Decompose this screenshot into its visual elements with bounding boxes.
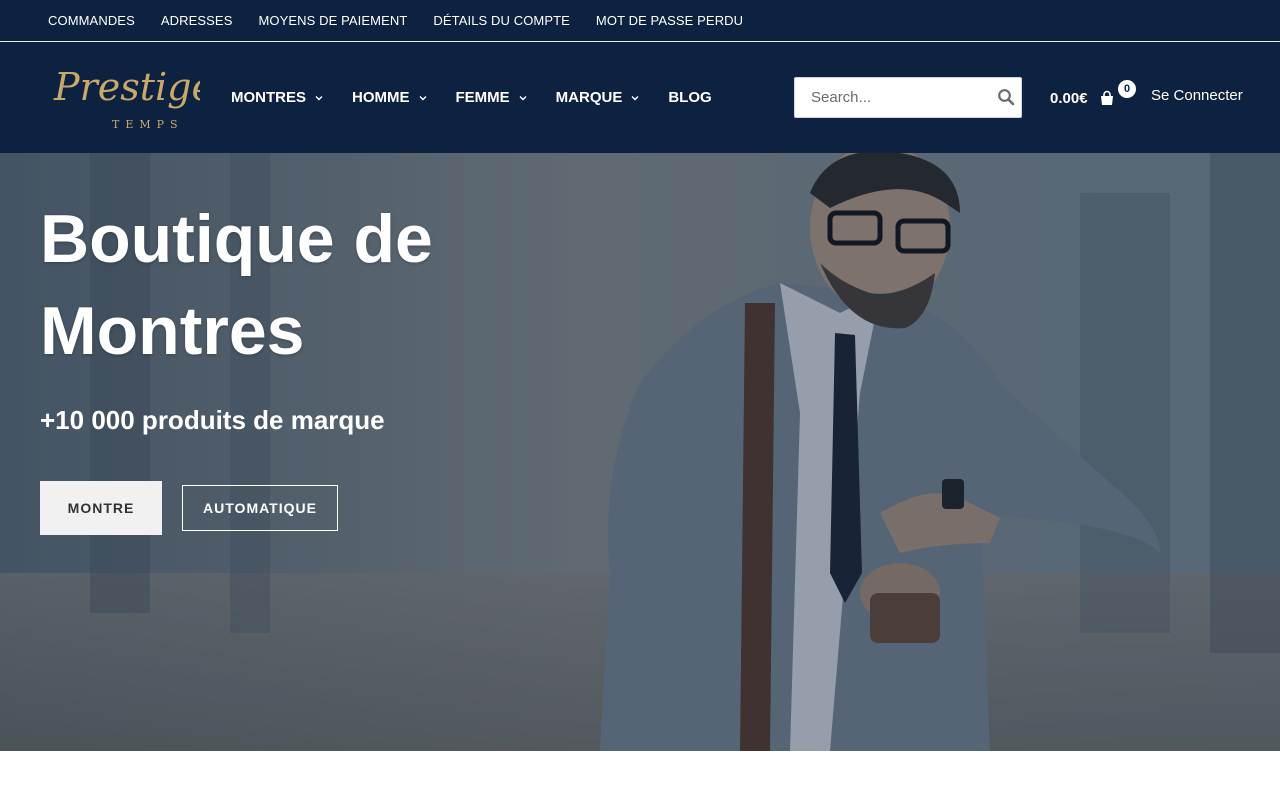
nav-item-label: MONTRES [231,89,306,106]
search-icon[interactable] [997,88,1015,106]
nav-item-marque[interactable]: MARQUE [556,89,641,106]
cart-count-badge: 0 [1118,80,1136,98]
hero-title: Boutique de Montres [40,201,433,369]
login-link[interactable]: Se Connecter [1151,87,1243,104]
logo-sub-text: TEMPS [112,118,184,131]
topbar-link-mot-de-passe-perdu[interactable]: MOT DE PASSE PERDU [596,13,743,28]
nav-item-label: MARQUE [555,89,623,106]
nav-item-label: HOMME [352,89,410,106]
automatique-button[interactable]: AUTOMATIQUE [182,485,338,531]
nav-item-femme[interactable]: FEMME [456,89,528,106]
logo-graphic: Prestige TEMPS [53,65,214,131]
site-header: Prestige TEMPS MONTRES HOMME FEMME MARQU… [0,42,1280,153]
nav-item-label: FEMME [455,89,510,106]
hero-subtitle: +10 000 produits de marque [40,405,385,435]
nav-item-blog[interactable]: BLOG [668,89,711,106]
cart-total: 0.00€ [1050,89,1088,107]
chevron-down-icon [315,95,323,100]
chevron-down-icon [631,95,639,100]
chevron-down-icon [519,95,527,100]
nav-item-homme[interactable]: HOMME [352,89,428,106]
hero-banner: Boutique de Montres +10 000 produits de … [0,153,1280,751]
nav-item-montres[interactable]: MONTRES [231,89,324,106]
search-input[interactable] [795,78,985,117]
top-utility-bar: COMMANDES ADRESSES MOYENS DE PAIEMENT DÉ… [0,0,1280,42]
chevron-down-icon [419,95,426,100]
topbar-link-adresses[interactable]: ADRESSES [161,13,233,28]
logo-script-text: Prestige [53,65,200,109]
topbar-link-commandes[interactable]: COMMANDES [48,13,135,28]
account-links: COMMANDES ADRESSES MOYENS DE PAIEMENT DÉ… [0,0,1280,41]
main-navigation: MONTRES HOMME FEMME MARQUE BLOG [231,42,712,153]
cart-button[interactable]: 0.00€ [1050,86,1116,110]
site-logo[interactable]: Prestige TEMPS [50,58,214,134]
topbar-link-details-du-compte[interactable]: DÉTAILS DU COMPTE [433,13,570,28]
search-box [794,77,1022,118]
shopping-bag-icon [1100,90,1113,105]
nav-item-label: BLOG [668,89,712,106]
montre-button[interactable]: MONTRE [40,481,162,535]
topbar-link-moyens-de-paiement[interactable]: MOYENS DE PAIEMENT [258,13,407,28]
